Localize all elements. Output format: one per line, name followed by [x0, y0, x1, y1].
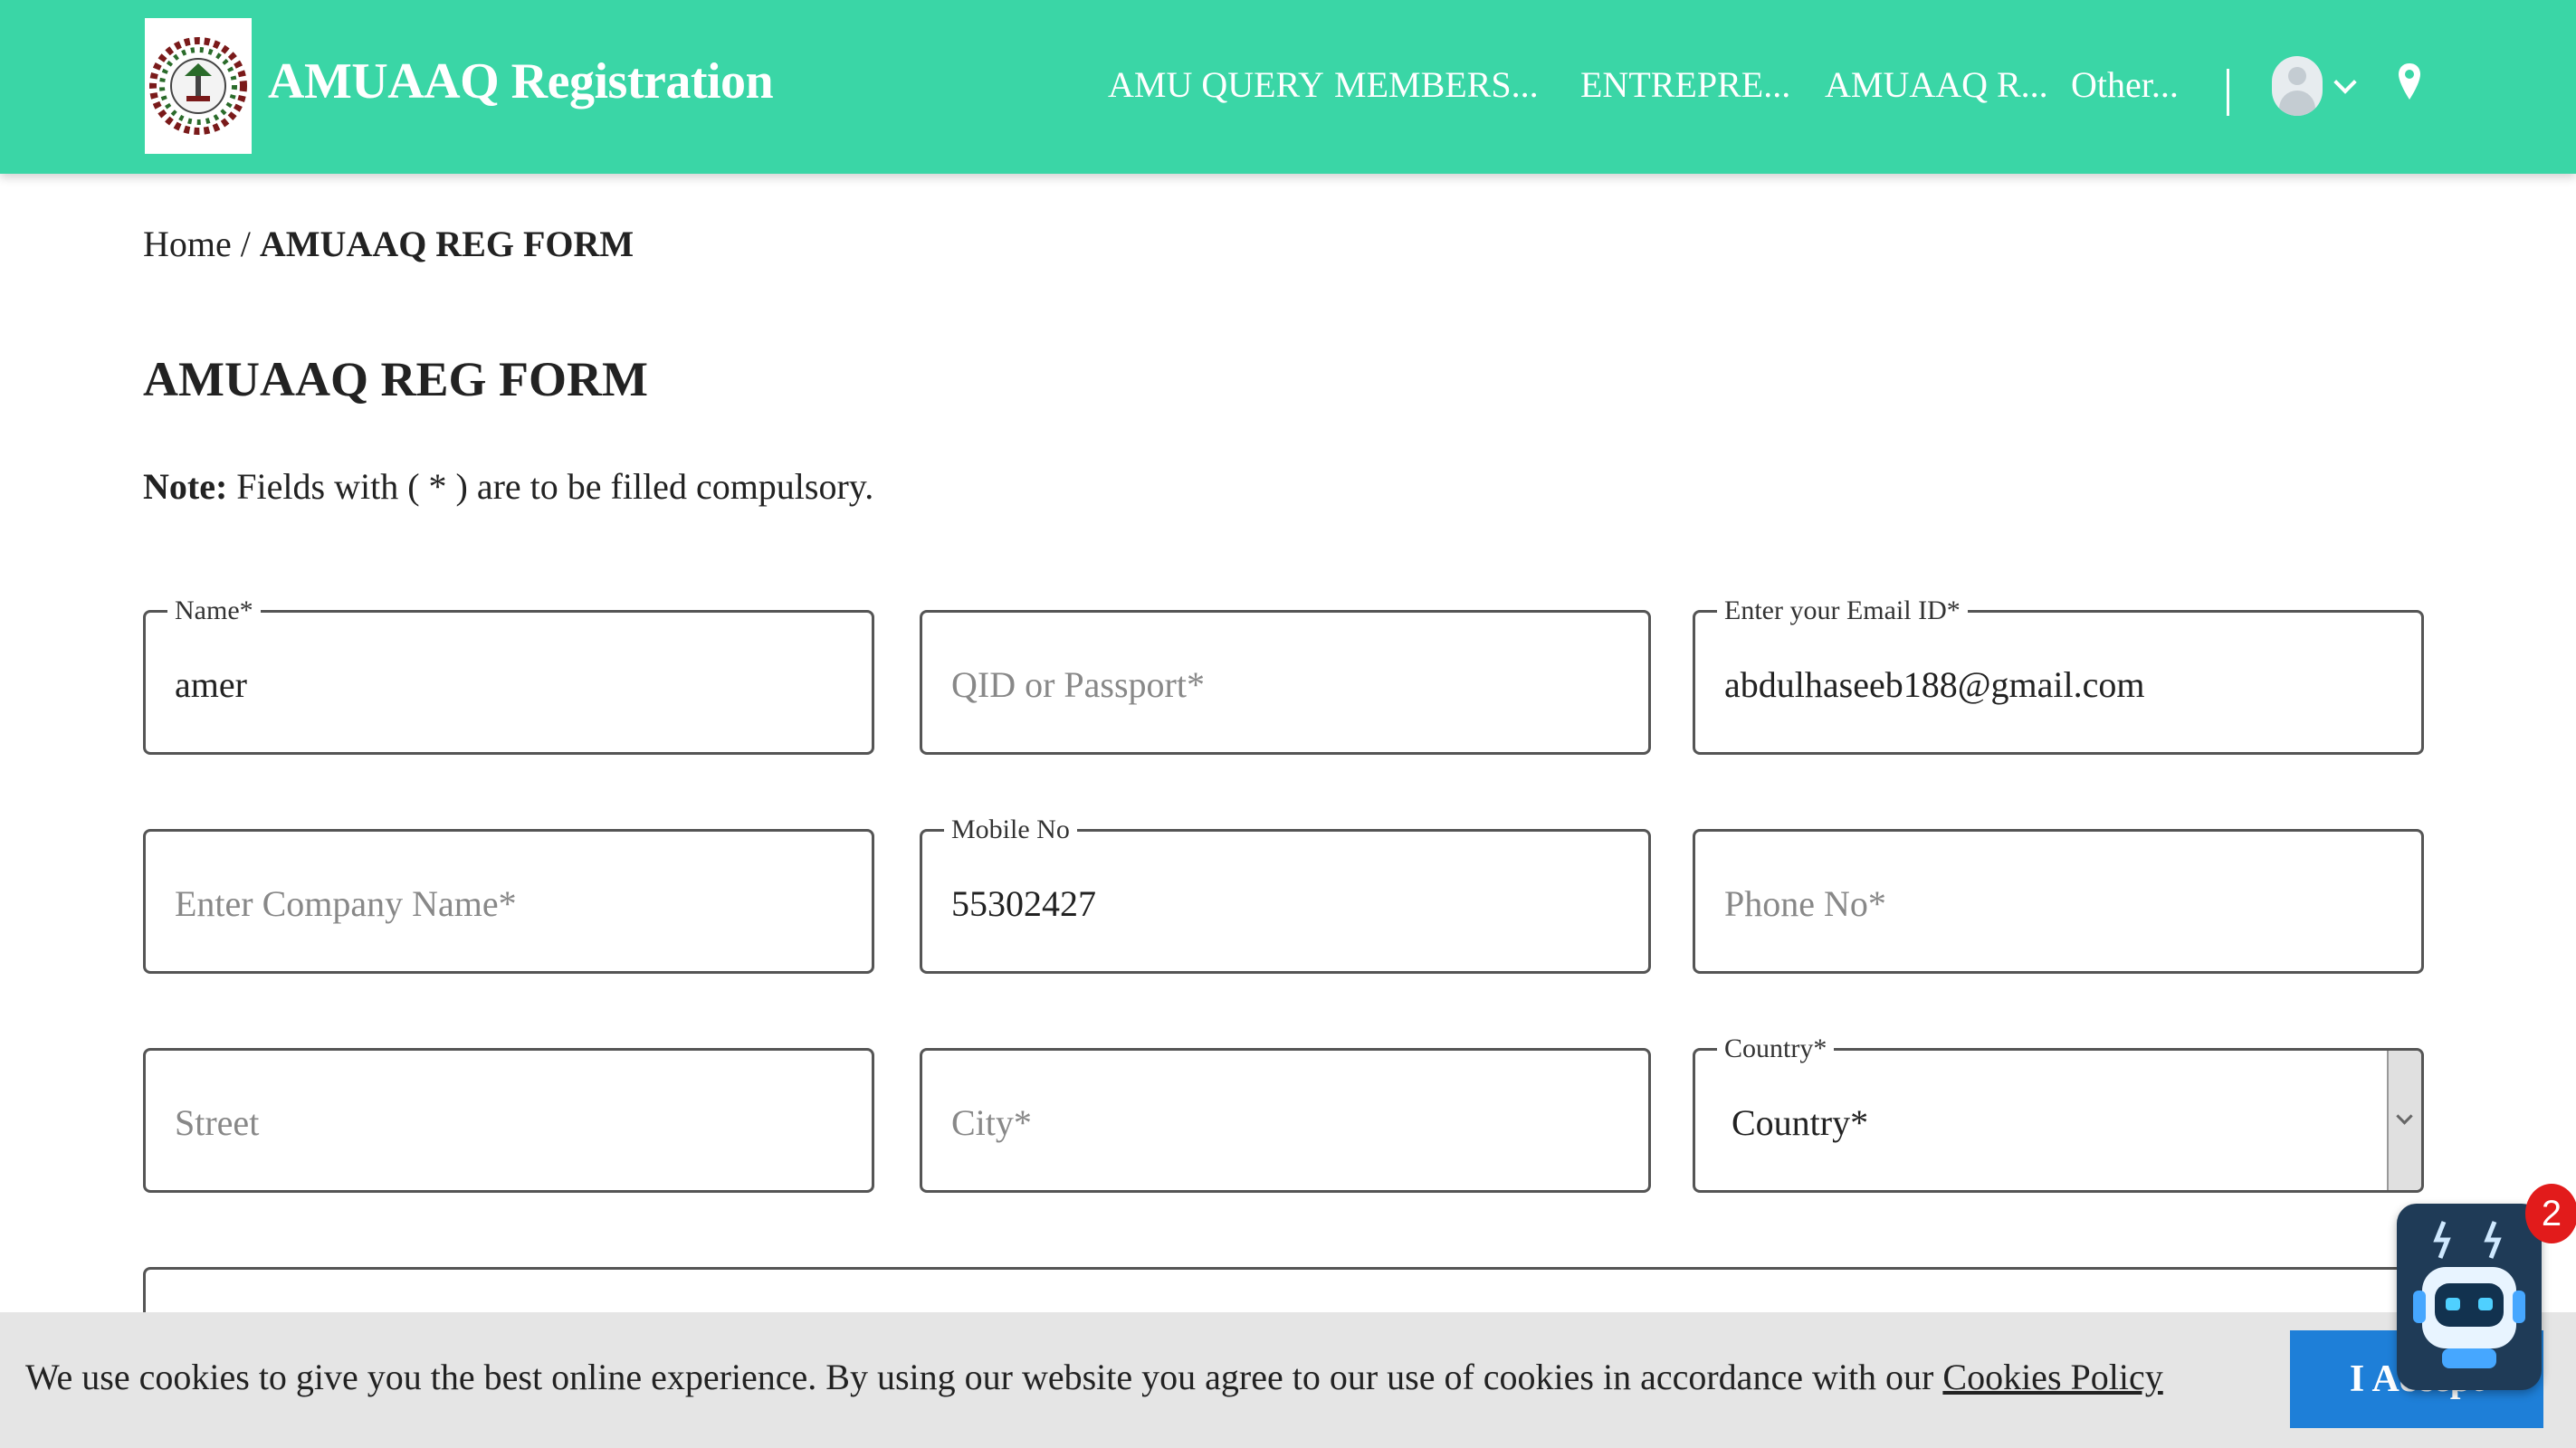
country-select[interactable]: Country* Country*: [1693, 1033, 2424, 1193]
email-field[interactable]: Enter your Email ID*: [1693, 595, 2424, 755]
breadcrumb-home[interactable]: Home: [143, 224, 232, 264]
nav-amuaaq-registration[interactable]: AMUAAQ R...: [1825, 63, 2048, 106]
name-label: Name*: [167, 595, 261, 627]
mobile-field[interactable]: Mobile No: [920, 814, 1651, 974]
breadcrumb-current: AMUAAQ REG FORM: [259, 224, 634, 264]
street-field[interactable]: [143, 1048, 874, 1193]
city-input[interactable]: [949, 1087, 1605, 1157]
phone-field[interactable]: [1693, 829, 2424, 974]
phone-input[interactable]: [1722, 868, 2378, 938]
nav-other[interactable]: Other...: [2071, 63, 2179, 106]
chevron-down-icon[interactable]: [2333, 71, 2357, 94]
company-input[interactable]: [173, 868, 828, 938]
email-label: Enter your Email ID*: [1717, 595, 1968, 627]
nav-entrepreneurs[interactable]: ENTREPRE...: [1580, 63, 1790, 106]
note-text: Fields with ( * ) are to be filled compu…: [227, 466, 874, 507]
logo-icon[interactable]: [145, 18, 252, 154]
note-label: Note:: [143, 466, 228, 507]
name-input[interactable]: [173, 649, 828, 719]
country-label: Country*: [1717, 1033, 1835, 1065]
street-input[interactable]: [173, 1087, 828, 1157]
chevron-down-icon: [2396, 1108, 2413, 1125]
top-navbar: AMUAAQ Registration AMU QUERY MEMBERS...…: [0, 0, 2576, 174]
location-pin-icon[interactable]: [2397, 62, 2422, 106]
breadcrumb-separator: /: [231, 224, 260, 264]
qid-input[interactable]: [949, 649, 1605, 719]
nav-members[interactable]: MEMBERS...: [1334, 63, 1539, 106]
nav-divider: [2227, 69, 2229, 116]
page-title: AMUAAQ REG FORM: [143, 352, 648, 406]
name-field[interactable]: Name*: [143, 595, 874, 755]
user-avatar-icon[interactable]: [2272, 56, 2323, 116]
brand-title[interactable]: AMUAAQ Registration: [268, 52, 774, 110]
country-selected-value: Country*: [1732, 1102, 1869, 1143]
mobile-label: Mobile No: [944, 814, 1077, 846]
email-input[interactable]: [1722, 649, 2378, 719]
cookie-text: We use cookies to give you the best onli…: [25, 1357, 1943, 1397]
country-dropdown-button[interactable]: [2387, 1051, 2421, 1190]
city-field[interactable]: [920, 1048, 1651, 1193]
qid-field[interactable]: [920, 610, 1651, 755]
company-field[interactable]: [143, 829, 874, 974]
cookie-message: We use cookies to give you the best onli…: [25, 1356, 2163, 1398]
cookie-banner: We use cookies to give you the best onli…: [0, 1312, 2576, 1448]
mobile-input[interactable]: [949, 868, 1605, 938]
cookies-policy-link[interactable]: Cookies Policy: [1942, 1357, 2162, 1397]
breadcrumb: Home / AMUAAQ REG FORM: [143, 223, 634, 265]
form-note: Note: Fields with ( * ) are to be filled…: [143, 465, 873, 508]
chatbot-icon[interactable]: [2397, 1204, 2542, 1390]
nav-amu-query[interactable]: AMU QUERY: [1108, 63, 1324, 106]
chatbot-notification-badge: 2: [2525, 1184, 2576, 1243]
